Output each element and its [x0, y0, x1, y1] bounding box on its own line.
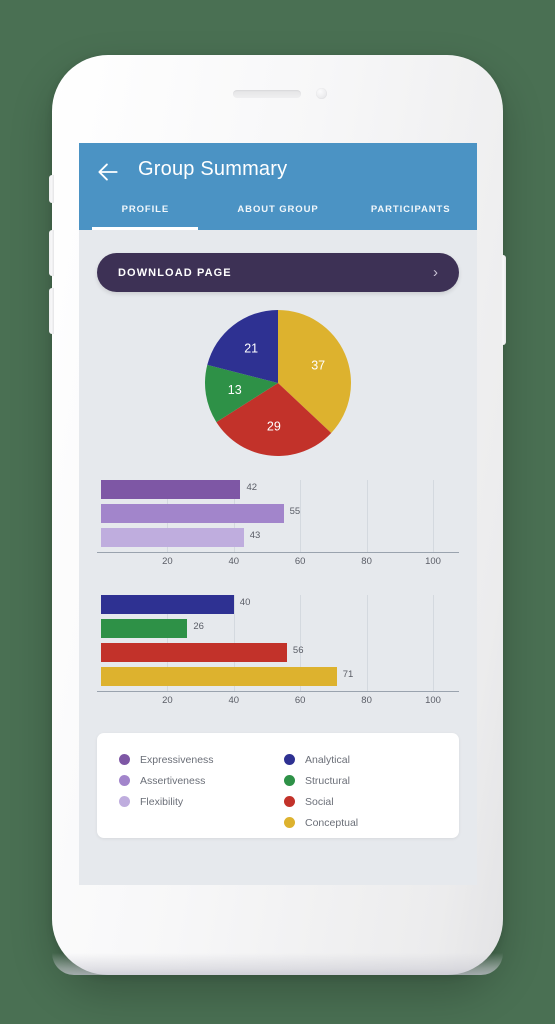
- legend-item-assertiveness: Assertiveness: [119, 770, 284, 791]
- x-axis-ticks: 20 40 60 80 100: [97, 692, 459, 710]
- back-arrow-icon[interactable]: [95, 159, 121, 185]
- x-axis-ticks: 20 40 60 80 100: [97, 553, 459, 571]
- bar-row: 71: [97, 667, 459, 686]
- legend-color-dot: [284, 796, 295, 807]
- volume-down-button[interactable]: [49, 288, 54, 334]
- bar-value-label: 56: [292, 645, 304, 656]
- legend-color-dot: [284, 817, 295, 828]
- download-page-button[interactable]: DOWNLOAD PAGE ›: [97, 253, 459, 292]
- legend-label: Analytical: [305, 753, 350, 766]
- tab-about-group[interactable]: ABOUT GROUP: [212, 199, 345, 230]
- legend-item-social: Social: [284, 791, 449, 812]
- x-axis-tick-label: 40: [228, 556, 240, 567]
- page-title: Group Summary: [138, 158, 288, 180]
- legend-item-expressiveness: Expressiveness: [119, 749, 284, 770]
- bar[interactable]: [101, 504, 284, 523]
- bar-value-label: 71: [342, 669, 354, 680]
- legend-label: Flexibility: [140, 795, 184, 808]
- legend-label: Structural: [305, 774, 350, 787]
- legend-color-dot: [119, 775, 130, 786]
- legend-column-left: Expressiveness Assertiveness Flexibility: [119, 749, 284, 838]
- silent-switch-button[interactable]: [49, 175, 54, 203]
- bar[interactable]: [101, 595, 234, 614]
- phone-screen: Group Summary PROFILE ABOUT GROUP PARTIC…: [79, 143, 477, 885]
- x-axis-tick-label: 40: [228, 695, 240, 706]
- x-axis-tick-label: 80: [361, 556, 372, 567]
- pie-slice-value: 13: [228, 383, 242, 397]
- bars-area: 40 26 56 71: [97, 595, 459, 691]
- tab-bar: PROFILE ABOUT GROUP PARTICIPANTS: [79, 199, 477, 230]
- pie-slice-value: 29: [267, 420, 281, 434]
- front-camera-icon: [316, 88, 327, 99]
- x-axis-tick-label: 60: [294, 556, 306, 567]
- bar[interactable]: [101, 643, 287, 662]
- x-axis-tick-label: 80: [361, 695, 372, 706]
- x-axis-tick-label: 60: [294, 695, 306, 706]
- x-axis-tick-label: 20: [162, 556, 173, 567]
- legend-color-dot: [284, 754, 295, 765]
- legend-card: Expressiveness Assertiveness Flexibility A…: [97, 733, 459, 838]
- bar-row: 40: [97, 595, 459, 614]
- bar-value-label: 40: [239, 597, 251, 608]
- bar-row: 56: [97, 643, 459, 662]
- bar[interactable]: [101, 619, 188, 638]
- tab-participants[interactable]: PARTICIPANTS: [344, 199, 477, 230]
- bar-row: 55: [97, 504, 459, 523]
- bar-value-label: 43: [249, 530, 261, 541]
- phone-device-frame: Group Summary PROFILE ABOUT GROUP PARTIC…: [49, 55, 506, 975]
- legend-item-flexibility: Flexibility: [119, 791, 284, 812]
- legend-label: Social: [305, 795, 334, 808]
- legend-item-structural: Structural: [284, 770, 449, 791]
- bar[interactable]: [101, 667, 337, 686]
- bar-value-label: 42: [246, 482, 258, 493]
- chevron-right-icon: ›: [433, 264, 438, 281]
- bar-chart-behaviours: 42 55 43 20 40 60 80 100: [97, 480, 459, 570]
- legend-label: Assertiveness: [140, 774, 206, 787]
- bar-row: 43: [97, 528, 459, 547]
- legend-label: Expressiveness: [140, 753, 214, 766]
- x-axis-tick-label: 20: [162, 695, 173, 706]
- power-button[interactable]: [501, 255, 506, 345]
- legend-label: Conceptual: [305, 816, 359, 829]
- speaker-grille-icon: [233, 90, 301, 98]
- tab-profile[interactable]: PROFILE: [79, 199, 212, 230]
- bars-area: 42 55 43: [97, 480, 459, 552]
- bar-row: 42: [97, 480, 459, 499]
- volume-up-button[interactable]: [49, 230, 54, 276]
- pie-slice-value: 37: [311, 359, 325, 373]
- legend-color-dot: [119, 796, 130, 807]
- bar[interactable]: [101, 528, 244, 547]
- bar-row: 26: [97, 619, 459, 638]
- legend-color-dot: [284, 775, 295, 786]
- bar[interactable]: [101, 480, 241, 499]
- x-axis-tick-label: 100: [425, 556, 441, 567]
- app-bar: Group Summary PROFILE ABOUT GROUP PARTIC…: [79, 143, 477, 230]
- profile-content: DOWNLOAD PAGE › 37 29 13 21 42 55 43 20 40 60 80 1…: [79, 230, 477, 885]
- legend-column-right: Analytical Structural Social Conceptual: [284, 749, 449, 838]
- pie-chart-svg: 37 29 13 21: [205, 310, 351, 456]
- bar-value-label: 55: [289, 506, 301, 517]
- x-axis-tick-label: 100: [425, 695, 441, 706]
- pie-slice-value: 21: [244, 341, 258, 355]
- legend-item-analytical: Analytical: [284, 749, 449, 770]
- bar-value-label: 26: [193, 621, 204, 632]
- bar-chart-thinking-styles: 40 26 56 71 20 40 60 80 100: [97, 595, 459, 713]
- legend-item-conceptual: Conceptual: [284, 812, 449, 833]
- legend-color-dot: [119, 754, 130, 765]
- pie-chart: 37 29 13 21: [79, 303, 477, 463]
- download-page-label: DOWNLOAD PAGE: [118, 266, 232, 279]
